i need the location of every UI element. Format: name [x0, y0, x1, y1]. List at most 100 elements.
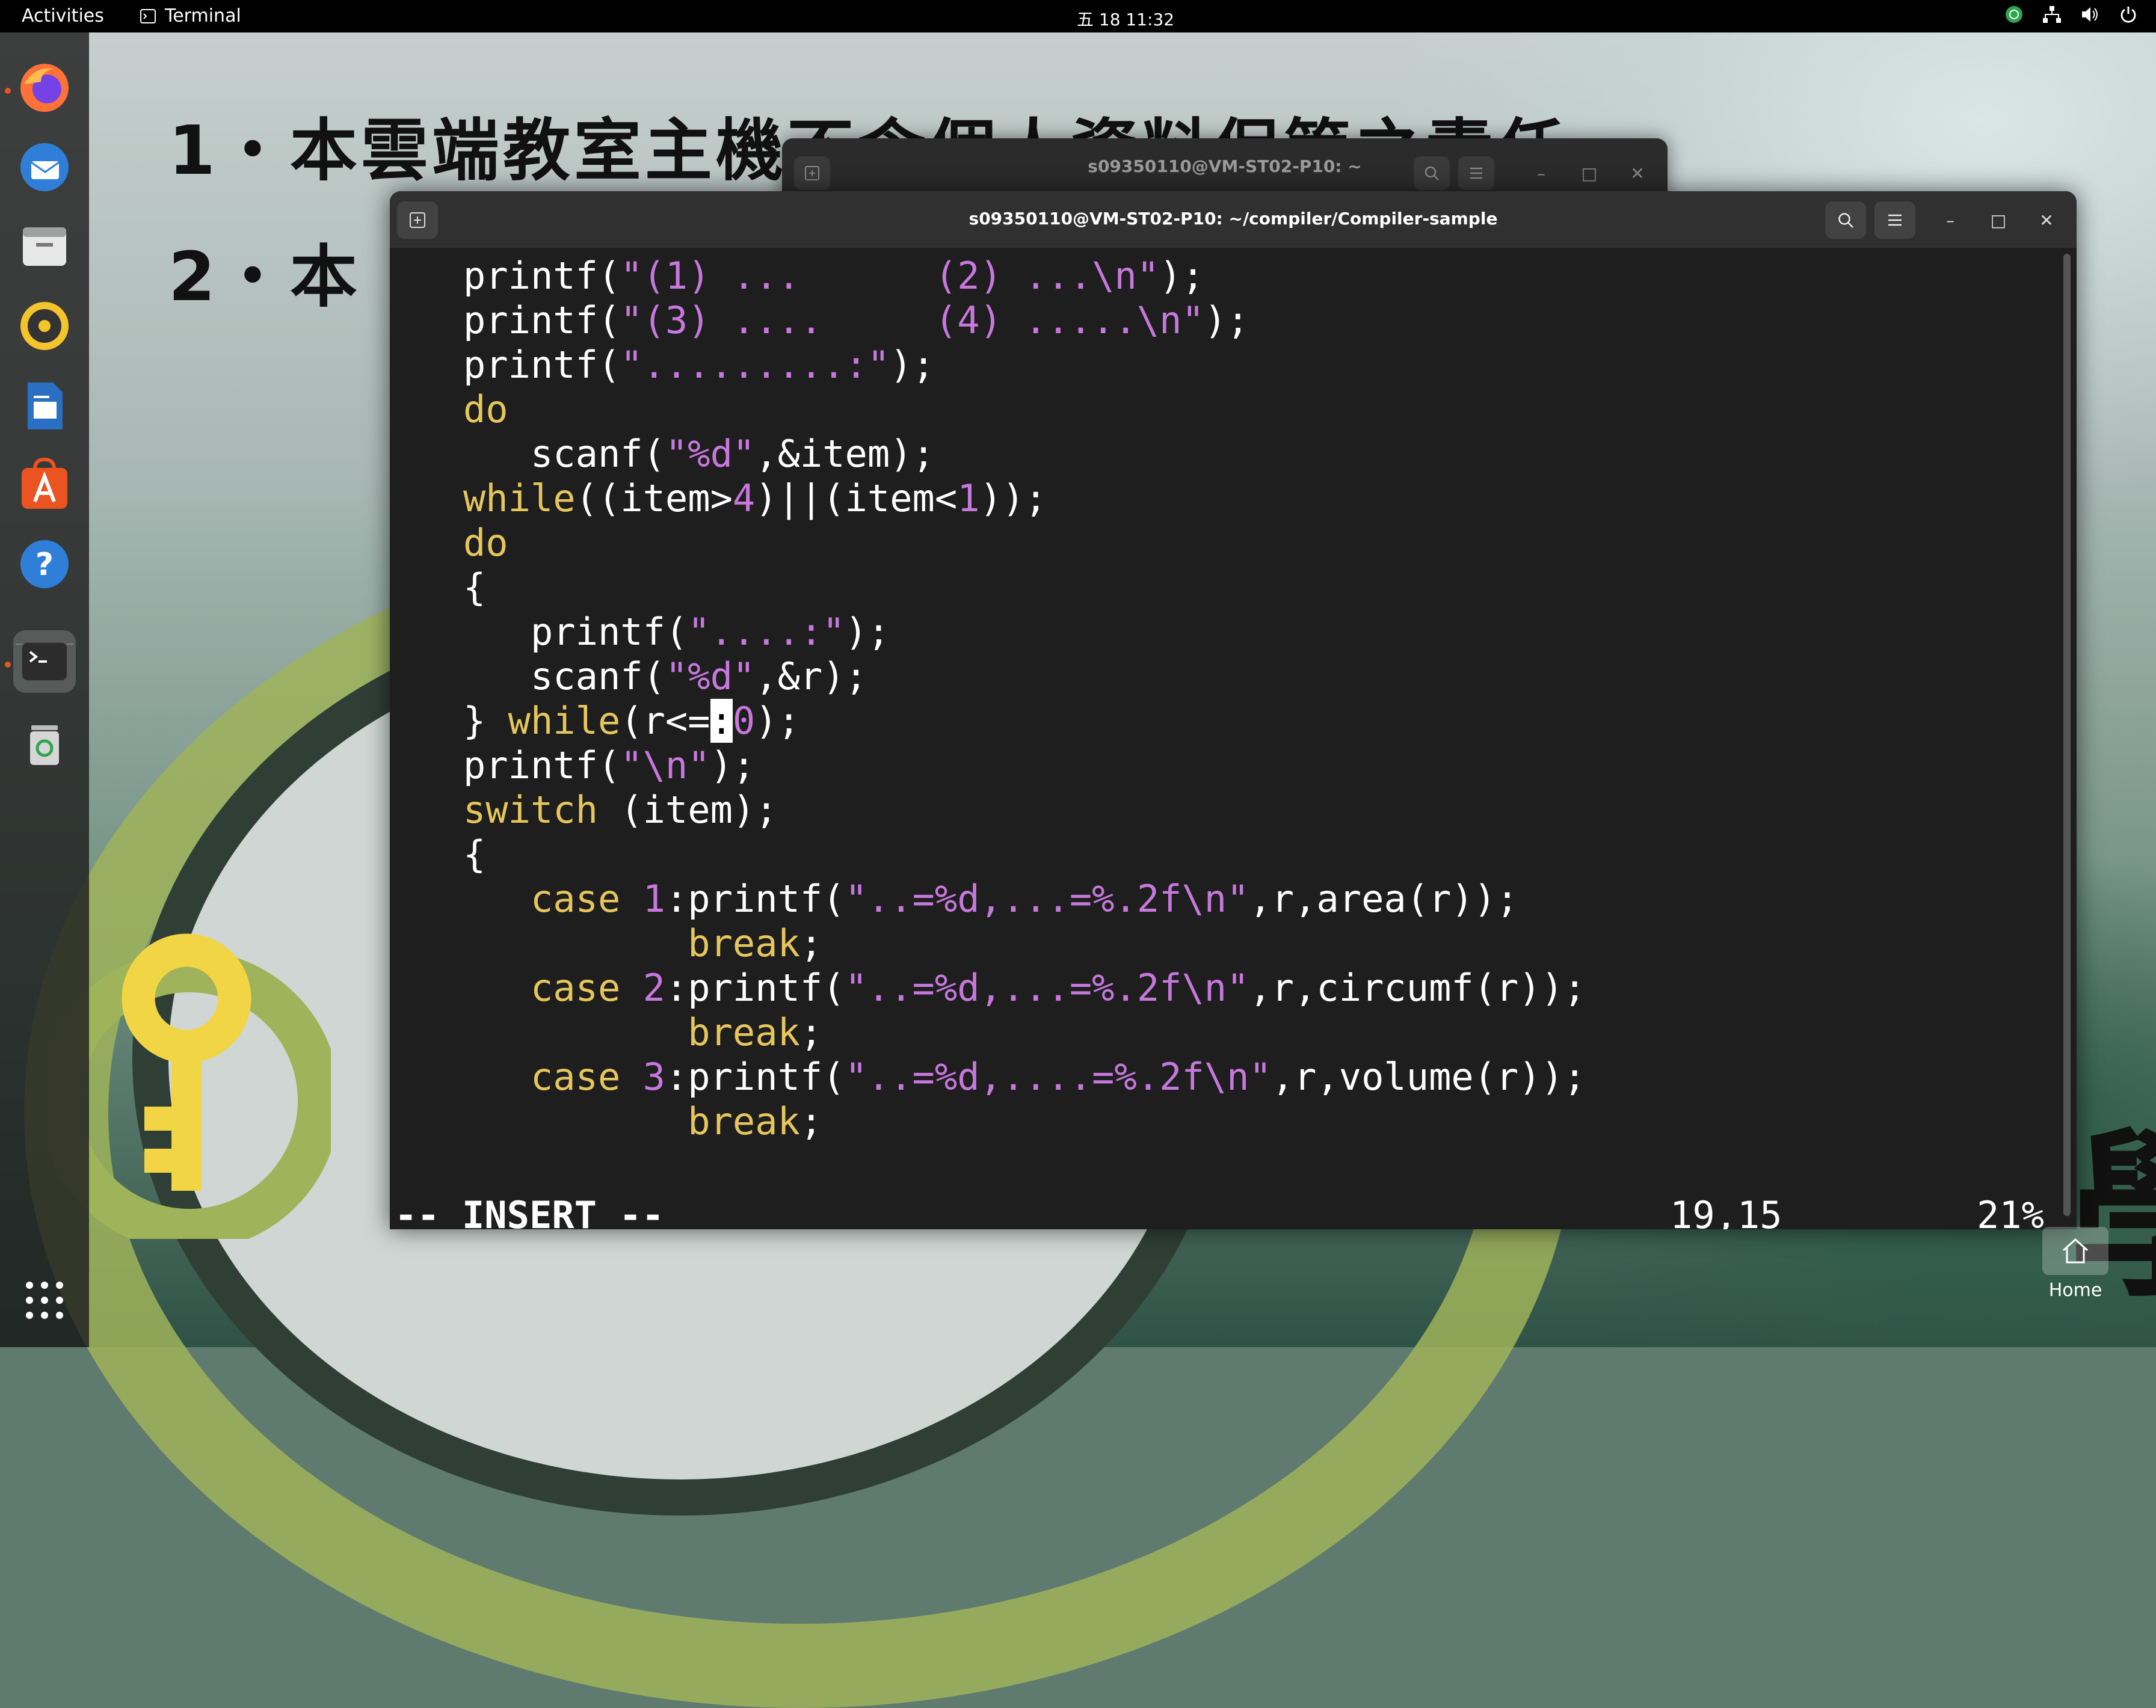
- code-token: 0: [732, 699, 756, 743]
- code-token: while: [463, 476, 576, 520]
- power-icon[interactable]: [2119, 5, 2138, 24]
- app-center-icon: [22, 457, 67, 509]
- code-token: :printf(: [665, 966, 845, 1010]
- dock-help[interactable]: ?: [13, 533, 76, 595]
- code-token: break: [688, 921, 800, 965]
- home-folder-icon: [2042, 1227, 2108, 1275]
- dock-firefox[interactable]: [13, 57, 76, 119]
- code-line: printf("(1) ... (2) ...\n");: [396, 254, 2056, 298]
- code-token: case: [530, 877, 621, 921]
- volume-icon[interactable]: [2080, 5, 2101, 24]
- code-token: ,&item);: [755, 432, 935, 476]
- menu-button[interactable]: [1874, 201, 1915, 239]
- code-token: ;: [799, 1010, 823, 1054]
- terminal-header-bar[interactable]: s09350110@VM-ST02-P10: ~/compiler/Compil…: [390, 191, 2077, 248]
- code-token: );: [845, 610, 890, 654]
- code-line: switch (item);: [396, 788, 2056, 832]
- code-token: do: [463, 387, 508, 431]
- code-token: {: [396, 565, 486, 609]
- code-token: scanf(: [396, 432, 665, 476]
- firefox-icon: [20, 64, 69, 112]
- hamburger-icon: [1470, 167, 1482, 179]
- back-search-button[interactable]: [1414, 156, 1450, 190]
- code-token: "..=%d,....=%.2f\n": [845, 1055, 1272, 1099]
- terminal-scrollbar[interactable]: [2063, 254, 2071, 1216]
- vim-editor-buffer[interactable]: printf("(1) ... (2) ...\n"); printf("(3)…: [396, 254, 2056, 1228]
- rhythmbox-icon: [20, 302, 69, 350]
- code-token: );: [755, 699, 800, 743]
- minimize-button[interactable]: –: [1937, 207, 1964, 233]
- system-tray[interactable]: [2004, 5, 2138, 24]
- dock-writer[interactable]: [13, 374, 76, 437]
- back-maximize-button[interactable]: □: [1576, 160, 1603, 186]
- terminal-title: s09350110@VM-ST02-P10: ~/compiler/Compil…: [969, 209, 1498, 229]
- code-token: ;: [799, 921, 823, 965]
- thunderbird-icon: [20, 143, 69, 191]
- close-button[interactable]: ✕: [2033, 207, 2060, 233]
- code-line: {: [396, 565, 2056, 610]
- code-line: } while(r<=:0);: [396, 699, 2056, 743]
- code-token: );: [890, 343, 935, 387]
- code-token: )||(item<: [755, 476, 958, 520]
- code-token: case: [530, 1055, 621, 1099]
- back-minimize-button[interactable]: –: [1528, 160, 1554, 186]
- code-token: ".........:": [620, 343, 890, 387]
- desktop-home-folder[interactable]: Home: [2040, 1227, 2110, 1301]
- dock-files[interactable]: [13, 215, 76, 278]
- code-token: do: [463, 521, 508, 565]
- clock[interactable]: 五 18 11:32: [1077, 7, 1174, 31]
- app-menu[interactable]: Terminal: [140, 5, 241, 26]
- input-method-icon[interactable]: [2004, 5, 2024, 24]
- code-token: scanf(: [396, 654, 665, 698]
- vim-mode-indicator: -- INSERT --: [395, 1193, 664, 1229]
- dock-trash[interactable]: [13, 712, 76, 775]
- help-icon: ?: [20, 540, 69, 588]
- code-token: {: [396, 832, 486, 876]
- key-logo-icon: [48, 933, 331, 1239]
- code-token: printf(: [396, 743, 621, 787]
- code-token: ;: [799, 1099, 823, 1143]
- code-line: break;: [396, 1010, 2056, 1055]
- text-cursor: :: [710, 699, 733, 743]
- code-token: :printf(: [665, 1055, 845, 1099]
- code-line: scanf("%d",&r);: [396, 654, 2056, 699]
- dock-thunderbird[interactable]: [13, 136, 76, 198]
- code-token: 2: [642, 966, 665, 1010]
- code-token: ,r,volume(r));: [1271, 1055, 1586, 1099]
- scroll-percent: 21%: [1977, 1193, 2044, 1229]
- code-token: ,r,area(r));: [1249, 877, 1519, 921]
- activities-button[interactable]: Activities: [22, 5, 104, 26]
- maximize-button[interactable]: □: [1985, 207, 2012, 233]
- dock-app-center[interactable]: [13, 453, 76, 516]
- code-token: 4: [732, 476, 756, 520]
- trash-icon: [30, 725, 59, 765]
- back-menu-button[interactable]: [1458, 156, 1494, 190]
- code-token: "..=%d,...=%.2f\n": [845, 877, 1249, 921]
- dock-rhythmbox[interactable]: [13, 295, 76, 357]
- search-button[interactable]: [1825, 201, 1866, 239]
- cursor-position: 19,15: [1670, 1193, 1782, 1229]
- back-close-button[interactable]: ✕: [1624, 160, 1651, 186]
- code-token: break: [688, 1010, 800, 1054]
- code-line: do: [396, 521, 2056, 565]
- code-token: "%d": [665, 432, 756, 476]
- code-token: 1: [642, 877, 665, 921]
- dock-show-apps[interactable]: [13, 1269, 76, 1332]
- code-token: printf(: [396, 254, 621, 298]
- code-token: "(1) ... (2) ...\n": [620, 254, 1160, 298]
- code-line: printf("....:");: [396, 610, 2056, 654]
- files-icon: [23, 227, 66, 266]
- dock-terminal[interactable]: [13, 630, 76, 693]
- code-token: :printf(: [665, 877, 845, 921]
- terminal-window[interactable]: s09350110@VM-ST02-P10: ~/compiler/Compil…: [390, 191, 2077, 1229]
- network-icon[interactable]: [2042, 5, 2062, 24]
- code-token: printf(: [396, 343, 621, 387]
- hamburger-icon: [1888, 214, 1902, 226]
- code-token: ,&r);: [755, 654, 867, 698]
